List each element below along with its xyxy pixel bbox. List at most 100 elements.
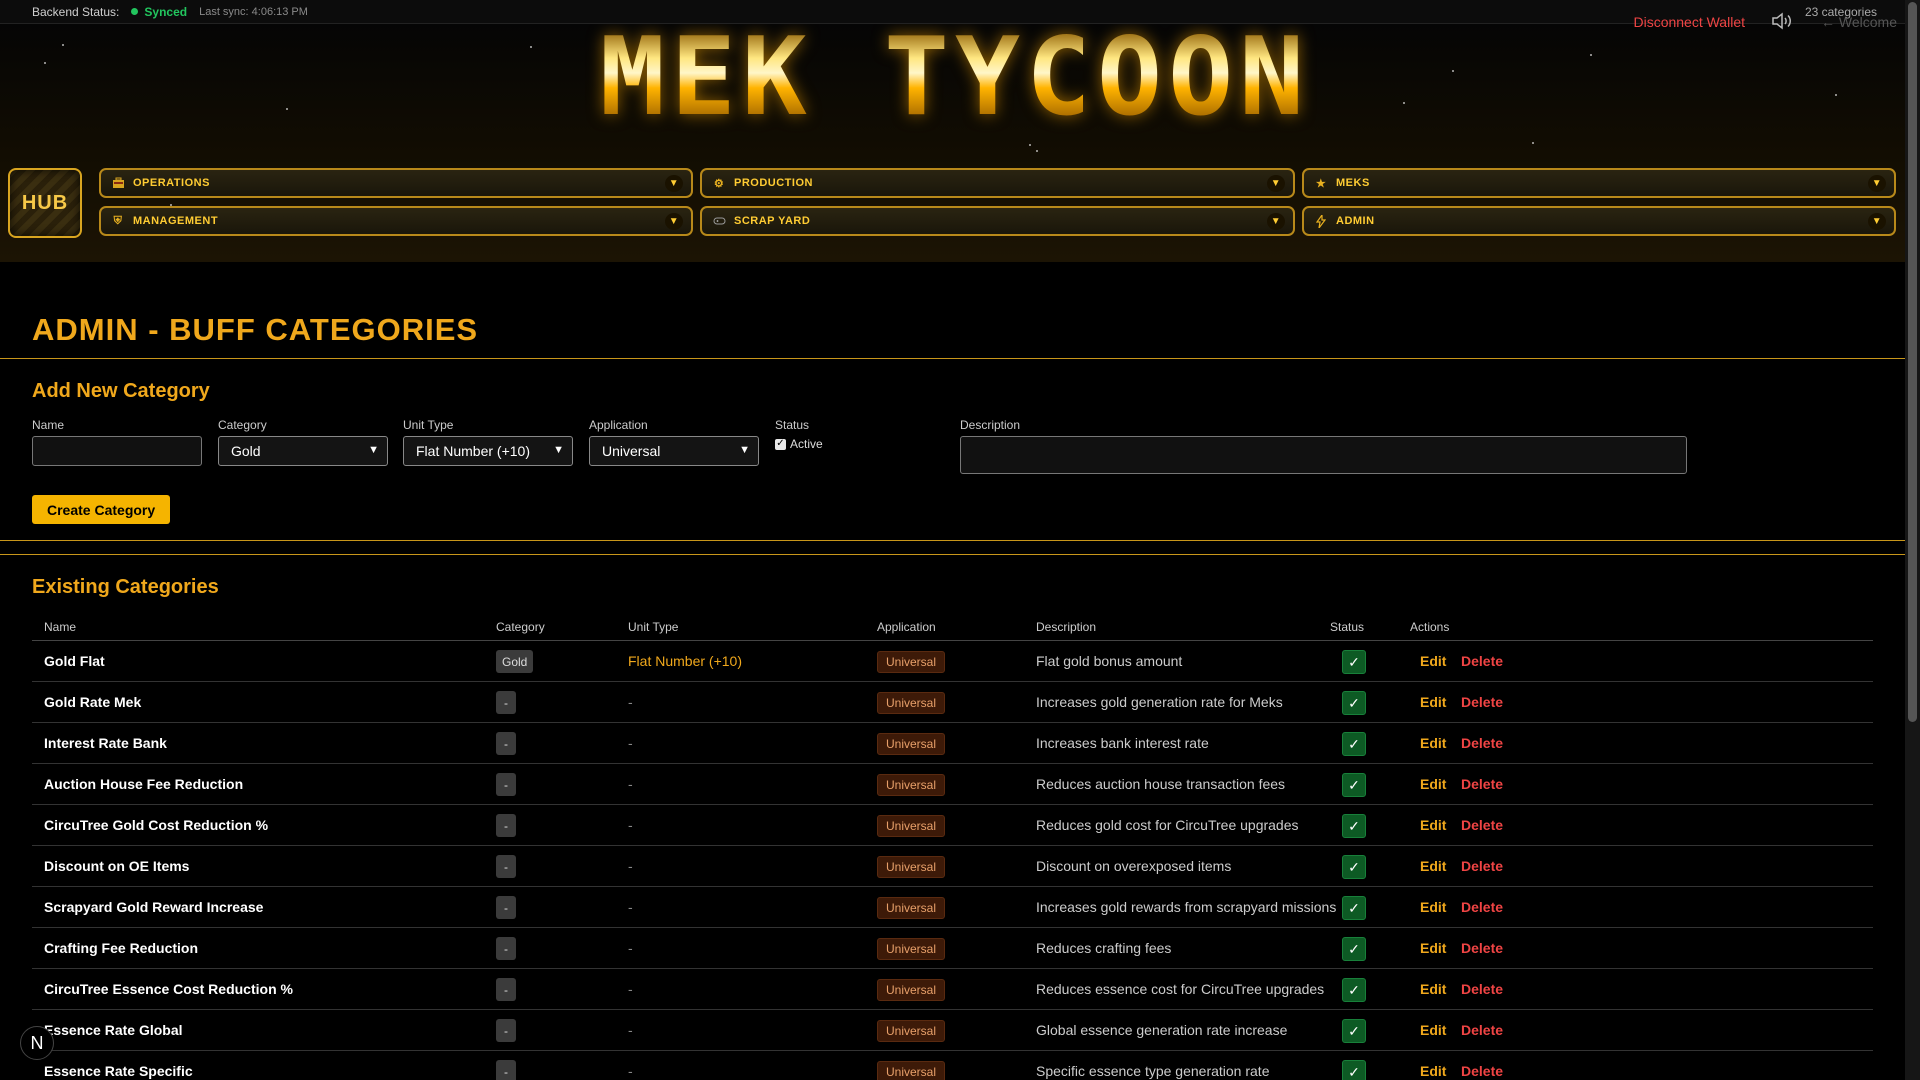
main-content: ADMIN - BUFF CATEGORIES Add New Category… xyxy=(0,262,1905,1080)
nav-scrap-yard[interactable]: SCRAP YARD ▼ xyxy=(700,206,1295,236)
row-status-check-icon[interactable]: ✓ xyxy=(1342,773,1366,797)
edit-button[interactable]: Edit xyxy=(1420,899,1446,915)
row-status-check-icon[interactable]: ✓ xyxy=(1342,691,1366,715)
col-application: Application xyxy=(877,620,936,634)
nav-management[interactable]: ⛨ MANAGEMENT ▼ xyxy=(99,206,693,236)
row-status-check-icon[interactable]: ✓ xyxy=(1342,814,1366,838)
gear-icon: ⚙ xyxy=(713,177,725,190)
row-status-check-icon[interactable]: ✓ xyxy=(1342,1019,1366,1043)
row-unit-type: - xyxy=(628,981,633,997)
row-description: Reduces crafting fees xyxy=(1036,940,1172,956)
row-description: Reduces gold cost for CircuTree upgrades xyxy=(1036,817,1299,833)
row-application-badge: Universal xyxy=(877,733,946,755)
nav-operations[interactable]: OPERATIONS ▼ xyxy=(99,168,693,198)
edit-button[interactable]: Edit xyxy=(1420,694,1446,710)
edit-button[interactable]: Edit xyxy=(1420,1022,1446,1038)
row-status-check-icon[interactable]: ✓ xyxy=(1342,650,1366,674)
row-category-badge: - xyxy=(496,1060,516,1080)
table-row: Auction House Fee Reduction - - Universal Re… xyxy=(32,764,1873,805)
status-dot-icon xyxy=(131,8,139,15)
backend-status-label: Backend Status: xyxy=(32,4,120,19)
chevron-down-icon: ▼ xyxy=(368,444,379,456)
bolt-icon xyxy=(1314,214,1328,228)
nav-scrap-yard-label: SCRAP YARD xyxy=(734,215,811,227)
sync-status: Synced xyxy=(144,4,188,19)
table-row: Essence Rate Global - - Universal Global ess… xyxy=(32,1010,1873,1051)
edit-button[interactable]: Edit xyxy=(1420,817,1446,833)
delete-button[interactable]: Delete xyxy=(1461,1022,1503,1038)
edit-button[interactable]: Edit xyxy=(1420,858,1446,874)
unit-type-select[interactable]: Flat Number (+10) ▼ xyxy=(403,436,573,466)
unit-type-select-value: Flat Number (+10) xyxy=(416,443,530,459)
existing-categories-title: Existing Categories xyxy=(32,576,219,598)
row-application-badge: Universal xyxy=(877,651,946,673)
chevron-down-icon: ▼ xyxy=(1267,175,1285,192)
divider xyxy=(0,554,1905,555)
nav-meks[interactable]: ★ MEKS ▼ xyxy=(1302,168,1896,198)
row-status-check-icon[interactable]: ✓ xyxy=(1342,732,1366,756)
active-checkbox-row[interactable]: ✓ Active xyxy=(775,437,823,451)
row-unit-type: - xyxy=(628,1022,633,1038)
disconnect-wallet-button[interactable]: Disconnect Wallet xyxy=(1633,14,1745,30)
delete-button[interactable]: Delete xyxy=(1461,899,1503,915)
chevron-down-icon: ▼ xyxy=(1267,213,1285,230)
row-status-check-icon[interactable]: ✓ xyxy=(1342,1060,1366,1080)
hub-button[interactable]: HUB xyxy=(8,168,82,238)
nav-operations-label: OPERATIONS xyxy=(133,177,210,189)
delete-button[interactable]: Delete xyxy=(1461,940,1503,956)
category-select[interactable]: Gold ▼ xyxy=(218,436,388,466)
nav-production[interactable]: ⚙ PRODUCTION ▼ xyxy=(700,168,1295,198)
nav-admin[interactable]: ADMIN ▼ xyxy=(1302,206,1896,236)
edit-button[interactable]: Edit xyxy=(1420,981,1446,997)
app-page: Backend Status: Synced Last sync: 4:06:1… xyxy=(0,0,1920,1080)
row-description: Reduces auction house transaction fees xyxy=(1036,776,1286,792)
application-select[interactable]: Universal ▼ xyxy=(589,436,759,466)
row-unit-type: - xyxy=(628,817,633,833)
row-description: Specific essence type generation rate xyxy=(1036,1063,1270,1079)
delete-button[interactable]: Delete xyxy=(1461,694,1503,710)
row-unit-type: - xyxy=(628,735,633,751)
edit-button[interactable]: Edit xyxy=(1420,776,1446,792)
row-name: Auction House Fee Reduction xyxy=(44,776,244,792)
row-name: Discount on OE Items xyxy=(44,858,190,874)
chevron-down-icon: ▼ xyxy=(665,175,683,192)
row-category-badge: Gold xyxy=(496,650,534,673)
chevron-down-icon: ▼ xyxy=(665,213,683,230)
row-description: Global essence generation rate increase xyxy=(1036,1022,1288,1038)
row-name: CircuTree Essence Cost Reduction % xyxy=(44,981,293,997)
row-application-badge: Universal xyxy=(877,979,946,1001)
delete-button[interactable]: Delete xyxy=(1461,981,1503,997)
description-input[interactable] xyxy=(960,436,1687,474)
edit-button[interactable]: Edit xyxy=(1420,940,1446,956)
delete-button[interactable]: Delete xyxy=(1461,858,1503,874)
col-category: Category xyxy=(496,620,545,634)
speaker-icon[interactable] xyxy=(1771,12,1793,30)
row-status-check-icon[interactable]: ✓ xyxy=(1342,896,1366,920)
scrollbar-thumb[interactable] xyxy=(1908,2,1917,722)
chevron-down-icon: ▼ xyxy=(739,444,750,456)
delete-button[interactable]: Delete xyxy=(1461,817,1503,833)
row-status-check-icon[interactable]: ✓ xyxy=(1342,978,1366,1002)
row-application-badge: Universal xyxy=(877,856,946,878)
delete-button[interactable]: Delete xyxy=(1461,1063,1503,1079)
active-checkbox[interactable]: ✓ xyxy=(775,438,786,450)
row-status-check-icon[interactable]: ✓ xyxy=(1342,855,1366,879)
edit-button[interactable]: Edit xyxy=(1420,735,1446,751)
row-category-badge: - xyxy=(496,691,516,714)
delete-button[interactable]: Delete xyxy=(1461,776,1503,792)
create-category-button[interactable]: Create Category xyxy=(32,495,171,524)
name-input[interactable] xyxy=(32,436,202,466)
row-status-check-icon[interactable]: ✓ xyxy=(1342,937,1366,961)
table-row: Essence Rate Specific - - Universal Specific… xyxy=(32,1051,1873,1080)
delete-button[interactable]: Delete xyxy=(1461,653,1503,669)
edit-button[interactable]: Edit xyxy=(1420,653,1446,669)
welcome-back-link[interactable]: ← Welcome xyxy=(1821,14,1897,30)
edit-button[interactable]: Edit xyxy=(1420,1063,1446,1079)
application-label: Application xyxy=(589,418,648,432)
page-scrollbar[interactable] xyxy=(1905,0,1920,1080)
row-description: Reduces essence cost for CircuTree upgra… xyxy=(1036,981,1325,997)
next-dev-badge[interactable]: N xyxy=(20,1026,54,1060)
row-description: Increases gold generation rate for Meks xyxy=(1036,694,1283,710)
row-category-badge: - xyxy=(496,814,516,837)
delete-button[interactable]: Delete xyxy=(1461,735,1503,751)
